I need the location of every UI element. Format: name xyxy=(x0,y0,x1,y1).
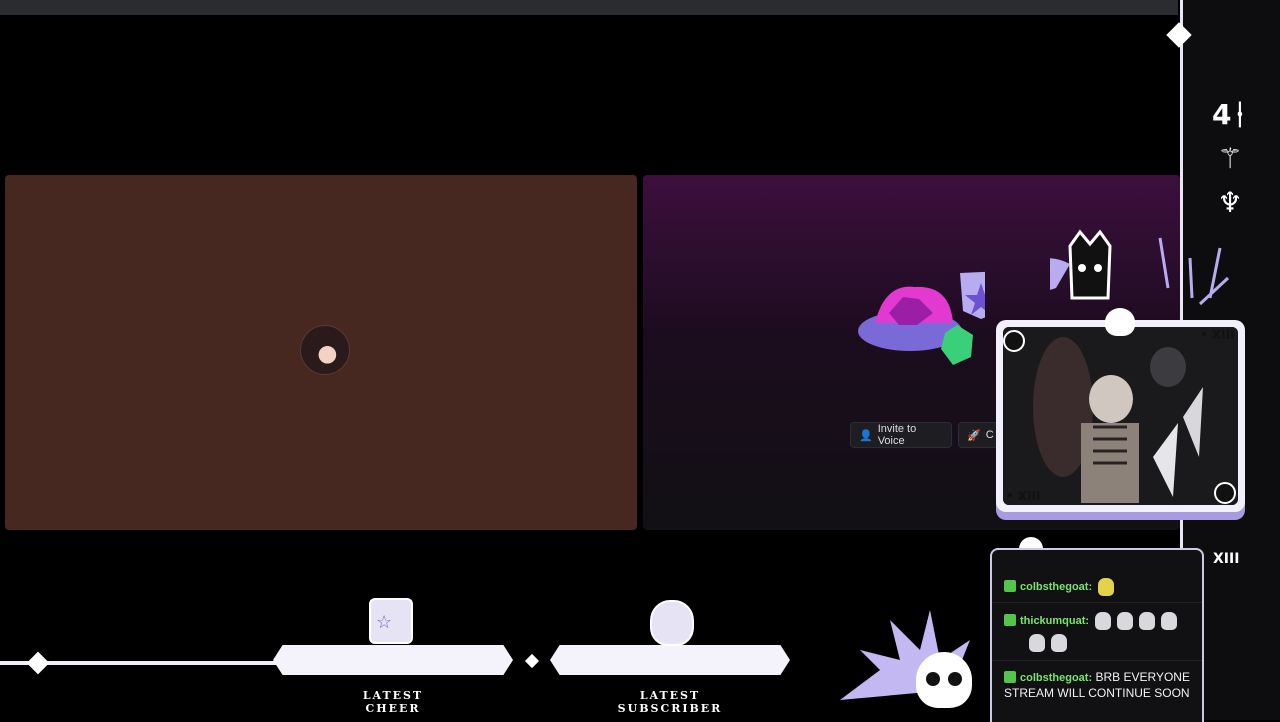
webcam-feed xyxy=(1003,327,1238,505)
skull-emote-icon xyxy=(1095,612,1112,630)
chat-username: thickumquat: xyxy=(1020,615,1090,628)
rocket-icon: 🚀 xyxy=(967,429,981,442)
eye-icon xyxy=(1214,482,1236,504)
invite-to-voice-button[interactable]: 👤 Invite to Voice xyxy=(850,422,952,448)
webcam-image xyxy=(1003,327,1238,505)
rune-icon: 4ᚽ xyxy=(1212,98,1249,131)
chat-message: colbsthegoat: BRB EVERYONE STREAM WILL C… xyxy=(1004,670,1194,701)
rocket-activity-label: C xyxy=(985,429,994,441)
webcam-tag-top: • XIII xyxy=(1200,328,1235,342)
chat-corner-label: XIII xyxy=(1213,551,1240,567)
rune-icon: ⚚ xyxy=(1217,142,1243,175)
chat-badge-icon xyxy=(1004,614,1016,627)
skull-eye xyxy=(948,672,962,686)
skull-emote-icon xyxy=(1051,634,1067,652)
chat-message: colbsthegoat: xyxy=(1004,578,1194,596)
top-bar xyxy=(0,0,1178,15)
pentagram-icon: ☆ xyxy=(376,612,393,632)
invite-to-voice-label: Invite to Voice xyxy=(877,423,917,447)
user-avatar[interactable] xyxy=(300,325,350,375)
rocket-activity-button[interactable]: 🚀 C xyxy=(958,422,998,448)
emote-icon xyxy=(1098,578,1115,596)
rune-icon: ♆ xyxy=(1217,186,1243,219)
latest-subscriber-banner xyxy=(550,645,790,675)
chat-username: colbsthegoat: xyxy=(1020,672,1093,684)
diamond-icon xyxy=(26,651,50,675)
activity-illustration-icon xyxy=(858,271,985,365)
eye-icon xyxy=(1003,330,1025,352)
person-add-icon: 👤 xyxy=(859,429,873,442)
chat-message: thickumquat: xyxy=(1004,612,1194,652)
latest-subscriber-label: LATEST SUBSCRIBER xyxy=(617,689,723,715)
anatomical-heart-icon xyxy=(650,600,694,646)
chat-panel: colbsthegoat: thickumquat: colbsthegoat:… xyxy=(990,548,1204,722)
webcam-tag-bottom: • XIII xyxy=(1006,489,1041,503)
skull-emote-icon xyxy=(1139,612,1156,630)
chat-badge-icon xyxy=(1004,671,1016,683)
chat-divider xyxy=(992,602,1202,603)
chat-divider xyxy=(992,660,1202,661)
bunny-skull-icon xyxy=(1105,308,1135,336)
chat-username: colbsthegoat: xyxy=(1020,581,1093,594)
skull-icon xyxy=(916,652,972,708)
skull-eye xyxy=(926,672,940,686)
latest-cheer-label: LATEST CHEER xyxy=(362,689,424,715)
skull-emote-icon xyxy=(1117,612,1134,630)
chat-badge-icon xyxy=(1004,580,1016,593)
skull-emote-icon xyxy=(1161,612,1178,630)
creature-decor-icon xyxy=(1050,229,1230,306)
skull-emote-icon xyxy=(1029,634,1045,652)
latest-cheer-banner xyxy=(273,645,513,675)
diamond-icon xyxy=(524,653,540,669)
